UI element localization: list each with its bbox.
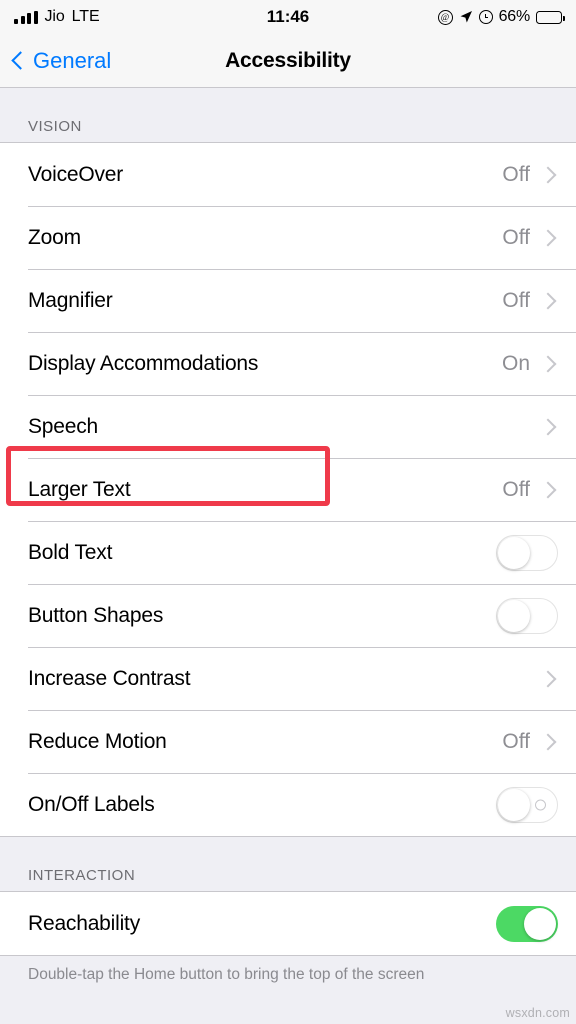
signal-bars-icon bbox=[14, 10, 38, 24]
row-label: Display Accommodations bbox=[28, 351, 259, 375]
chevron-right-icon bbox=[539, 229, 557, 246]
row-label: Zoom bbox=[28, 225, 81, 249]
chevron-right-icon bbox=[539, 733, 557, 750]
row-label: Magnifier bbox=[28, 288, 113, 312]
row-speech[interactable]: Speech bbox=[0, 395, 576, 458]
section-header-interaction: INTERACTION bbox=[28, 867, 136, 884]
chevron-left-icon bbox=[11, 51, 30, 70]
row-value: On bbox=[501, 351, 530, 375]
navigation-bar: General Accessibility bbox=[0, 34, 576, 88]
chevron-right-icon bbox=[539, 670, 557, 687]
status-bar-right: @ 66% bbox=[437, 8, 565, 26]
battery-percent-label: 66% bbox=[498, 8, 531, 25]
row-bold-text[interactable]: Bold Text bbox=[0, 521, 576, 584]
row-reachability[interactable]: Reachability bbox=[0, 892, 576, 955]
row-label: Bold Text bbox=[28, 540, 113, 564]
row-voiceover[interactable]: VoiceOver Off bbox=[0, 143, 576, 206]
reachability-footnote: Double-tap the Home button to bring the … bbox=[28, 966, 425, 983]
section-group-interaction: Reachability bbox=[0, 891, 576, 956]
row-label: Reachability bbox=[28, 911, 140, 935]
section-group-vision: VoiceOver Off Zoom Off Magnifier Off Dis… bbox=[0, 142, 576, 837]
toggle-reachability[interactable] bbox=[496, 905, 558, 942]
row-value: Off bbox=[502, 729, 530, 753]
row-display-accommodations[interactable]: Display Accommodations On bbox=[0, 332, 576, 395]
row-label: Reduce Motion bbox=[28, 729, 167, 753]
back-button-general[interactable]: General bbox=[11, 47, 112, 74]
row-label: Button Shapes bbox=[28, 603, 164, 627]
row-larger-text[interactable]: Larger Text Off bbox=[0, 458, 576, 521]
row-zoom[interactable]: Zoom Off bbox=[0, 206, 576, 269]
location-arrow-icon bbox=[460, 11, 472, 23]
row-value: Off bbox=[502, 288, 530, 312]
status-bar-left: Jio LTE bbox=[14, 8, 100, 26]
row-label: On/Off Labels bbox=[28, 792, 155, 816]
section-header-vision: VISION bbox=[28, 118, 82, 135]
row-value: Off bbox=[502, 225, 530, 249]
watermark: wsxdn.com bbox=[505, 1006, 570, 1020]
row-magnifier[interactable]: Magnifier Off bbox=[0, 269, 576, 332]
row-label: Increase Contrast bbox=[28, 666, 191, 690]
radio-type-label: LTE bbox=[71, 8, 100, 25]
toggle-button-shapes[interactable] bbox=[496, 597, 558, 634]
row-button-shapes[interactable]: Button Shapes bbox=[0, 584, 576, 647]
status-bar: Jio LTE 11:46 @ 66% bbox=[0, 0, 576, 34]
toggle-bold-text[interactable] bbox=[496, 534, 558, 571]
back-button-label: General bbox=[33, 47, 112, 73]
chevron-right-icon bbox=[539, 355, 557, 372]
row-label: VoiceOver bbox=[28, 162, 124, 186]
alarm-clock-icon bbox=[478, 10, 493, 24]
carrier-label: Jio bbox=[44, 8, 65, 25]
chevron-right-icon bbox=[539, 481, 557, 498]
row-label: Larger Text bbox=[28, 477, 131, 501]
row-on-off-labels[interactable]: On/Off Labels bbox=[0, 773, 576, 836]
settings-list[interactable]: VISION VoiceOver Off Zoom Off Magnifier … bbox=[0, 88, 576, 1024]
row-reduce-motion[interactable]: Reduce Motion Off bbox=[0, 710, 576, 773]
battery-icon bbox=[536, 10, 565, 24]
toggle-on-off-labels[interactable] bbox=[496, 786, 558, 823]
chevron-right-icon bbox=[539, 166, 557, 183]
row-increase-contrast[interactable]: Increase Contrast bbox=[0, 647, 576, 710]
row-label: Speech bbox=[28, 414, 99, 438]
chevron-right-icon bbox=[539, 418, 557, 435]
row-value: Off bbox=[502, 162, 530, 186]
chevron-right-icon bbox=[539, 292, 557, 309]
off-label-circle-icon bbox=[535, 799, 546, 810]
at-circle-icon: @ bbox=[437, 9, 453, 25]
row-value: Off bbox=[502, 477, 530, 501]
